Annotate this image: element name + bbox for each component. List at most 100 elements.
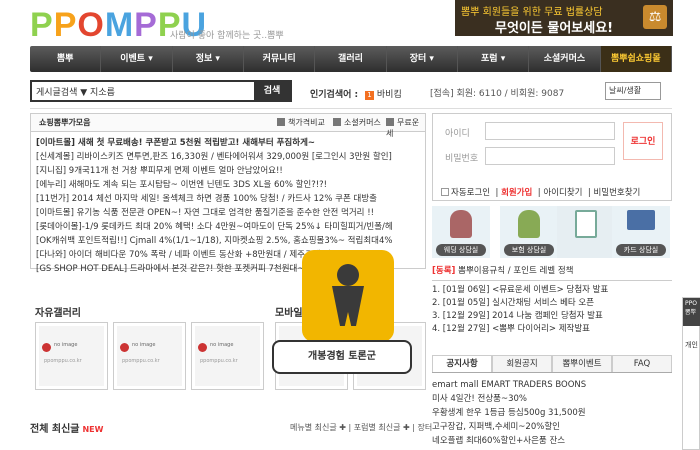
star-icon — [386, 118, 394, 126]
house-banner[interactable] — [557, 206, 615, 258]
tab-price-compare[interactable]: 책가격비교 — [277, 117, 325, 128]
notice-panel: [동록] 뽐뿌이용규칙 / 포인트 레벨 정책 1. [01월 06일] <뮤료… — [432, 265, 672, 345]
side-box-head: PPO 뽐뿌 — [683, 298, 700, 326]
notice-head-text: 뽐뿌이용규칙 / 포인트 레벨 정책 — [458, 266, 574, 276]
list-item[interactable]: emart mall EMART TRADERS BOONS — [432, 378, 672, 392]
thumb-note: no image — [54, 342, 78, 348]
board-latest-links[interactable]: 메뉴별 최신글 ✚ | 포럼별 최신글 ✚ | 장터 — [290, 422, 432, 433]
accessibility-overlay[interactable] — [302, 250, 394, 358]
nav-item-shopping-mall[interactable]: 뽐뿌쉽쇼핑몰 — [600, 46, 672, 72]
thumb-caption: ppomppu.co.kr — [122, 358, 160, 364]
weather-select[interactable]: 날씨/생활 — [605, 82, 661, 100]
gallery-thumb[interactable]: no image ppomppu.co.kr — [35, 322, 108, 390]
list-item[interactable]: [OK캐쉬백 포인트적립!!] Cjmall 4%(1/1~1/18), 지마켓… — [36, 234, 422, 248]
no-image-icon — [42, 343, 51, 352]
card-icon — [627, 210, 655, 230]
main-nav: 뽐뿌 이벤트 ▾ 정보 ▾ 커뮤니티 갤러리 장터 ▾ 포럼 ▾ 소셜커머스 뽐… — [30, 46, 672, 72]
nav-item-info[interactable]: 정보 ▾ — [173, 46, 244, 72]
notice-head-tag: [동록] — [432, 266, 456, 276]
tab-social-commerce[interactable]: 소셜커머스 — [333, 117, 381, 128]
list-item[interactable]: 우황생계 한우 1등급 등심500g 31,500원 — [432, 406, 672, 420]
nav-item-gallery[interactable]: 갤러리 — [315, 46, 387, 72]
search-button[interactable]: 검색 — [254, 82, 290, 100]
tab-faq[interactable]: FAQ — [612, 355, 672, 372]
nav-item-event[interactable]: 이벤트 ▾ — [101, 46, 173, 72]
list-item[interactable]: [신세계몰] 리바이스키즈 면투면,판즈 16,330원 / 벤타에어워셔 32… — [36, 150, 422, 164]
no-image-icon — [120, 343, 129, 352]
insurance-consult-banner[interactable]: 보험 상담실 — [500, 206, 558, 258]
search-bar: 게시글검색 ▼ 지소름 검색 — [30, 80, 292, 102]
list-item[interactable]: 미사 4일간! 전상품~30% — [432, 392, 672, 406]
wedding-consult-label: 웨딩 상담실 — [436, 244, 486, 256]
list-item[interactable]: 4. [12월 27일] <뽐뿌 다이어리> 제작발표 — [432, 323, 672, 336]
header-divider — [30, 108, 672, 109]
gallery-thumb[interactable]: no image ppomppu.co.kr — [191, 322, 264, 390]
free-gallery-title[interactable]: 자유갤러리 — [35, 304, 81, 319]
password-field[interactable] — [485, 147, 615, 165]
search-input[interactable] — [137, 84, 237, 98]
nav-item-social-commerce[interactable]: 소셜커머스 — [529, 46, 601, 72]
shopping-panel: 쇼핑뽐뿌가모음 책가격비교 소셜커머스 무료운세 [이마트몰] 새해 첫 무료배… — [30, 113, 426, 274]
gallery-thumb[interactable]: no image ppomppu.co.kr — [113, 322, 186, 390]
list-item[interactable]: 고구장갑, 지퍼백,수세미~20%할인 — [432, 420, 672, 434]
popular-keyword[interactable]: 바비킴 — [377, 90, 402, 100]
list-item[interactable]: [11번가] 2014 체선 마지막 세일! 올섹체크 하면 경품 100% 당… — [36, 192, 422, 206]
thumb-image — [195, 326, 260, 386]
join-link[interactable]: 회원가입 — [501, 188, 532, 198]
all-posts-title[interactable]: 전체 최신글 NEW — [30, 420, 103, 435]
list-item[interactable]: 3. [12월 29일] 2014 나눔 캠페인 당첨자 발표 — [432, 310, 672, 323]
notice-tabs: 공지사항 회원공지 뽐뿌이벤트 FAQ — [432, 355, 672, 373]
list-item[interactable]: [지니집] 9개국11개 천 거창 뿌피무게 면제 이벤트 얼마 안남았어요!! — [36, 164, 422, 178]
tab-member-notice[interactable]: 회원공지 — [492, 355, 552, 372]
list-item[interactable]: [이마트몰] 유기농 식품 전문관 OPEN~! 자연 그대로 엄격한 품질기준… — [36, 206, 422, 220]
auto-login-checkbox[interactable] — [441, 188, 449, 196]
thumb-image — [39, 326, 104, 386]
find-password-link[interactable]: 비밀번호찾기 — [593, 188, 640, 198]
banner-line2: 무엇이든 물어보세요! — [495, 21, 614, 36]
list-item[interactable]: [이마트몰] 새해 첫 무료배송! 쿠폰받고 5천원 적립받고! 새해부터 푸짐… — [36, 136, 422, 150]
insurance-consult-label: 보험 상담실 — [504, 244, 554, 256]
id-field[interactable] — [485, 122, 615, 140]
wedding-consult-banner[interactable]: 웨딩 상담실 — [432, 206, 490, 258]
thumb-caption: ppomppu.co.kr — [44, 358, 82, 364]
thumb-image — [117, 326, 182, 386]
tab-notice[interactable]: 공지사항 — [432, 355, 492, 372]
card-consult-banner[interactable]: 카드 상담실 — [612, 206, 670, 258]
book-icon — [277, 118, 285, 126]
consult-banners: 웨딩 상담실 보험 상담실 카드 상담실 — [432, 206, 672, 258]
list-item[interactable]: [롯데아이몰]-1/9 롯데카드 최대 20% 혜택! 소다 4만원~여마도이 … — [36, 220, 422, 234]
overlay-sticker: 개봉경험 토론군 — [272, 340, 412, 374]
couple-icon — [450, 210, 472, 238]
nav-item-community[interactable]: 커뮤니티 — [244, 46, 316, 72]
nav-item-market[interactable]: 장터 ▾ — [387, 46, 458, 72]
cart-icon — [333, 118, 341, 126]
shopping-tabs: 쇼핑뽐뿌가모음 책가격비교 소셜커머스 무료운세 — [31, 114, 425, 138]
nav-item-ppomppu[interactable]: 뽐뿌 — [30, 46, 102, 72]
list-item[interactable]: 2. [01월 05일] 실시간채팅 서비스 베타 오픈 — [432, 297, 672, 310]
legal-consult-banner[interactable]: 뽐뿌 회원들을 위한 무료 법률상담 무엇이든 물어보세요! ⚖ — [455, 0, 673, 36]
auto-login-label: 자동로그인 — [451, 188, 491, 198]
list-item[interactable]: [에누리] 새해마도 계속 되는 포시탐탐~ 이번엔 닌텐도 3DS XL을 6… — [36, 178, 422, 192]
ad-list: emart mall EMART TRADERS BOONS 미사 4일간! 전… — [432, 378, 672, 448]
side-floating-box[interactable]: PPO 뽐뿌 개인 — [682, 297, 700, 450]
thumb-note: no image — [210, 342, 234, 348]
search-scope-select[interactable]: 게시글검색 ▼ 지소름 — [36, 85, 115, 98]
notice-head[interactable]: [동록] 뽐뿌이용규칙 / 포인트 레벨 정책 — [432, 265, 672, 281]
list-item[interactable]: 1. [01월 06일] <뮤료운세 이벤트> 당첨자 발표 — [432, 284, 672, 297]
card-consult-label: 카드 상담실 — [616, 244, 666, 256]
login-button[interactable]: 로그인 — [623, 122, 663, 160]
no-image-icon — [198, 343, 207, 352]
popular-rank-badge: 1 — [365, 91, 375, 100]
side-box-body: 개인 — [685, 341, 698, 349]
password-label: 비밀번호 — [445, 154, 479, 164]
id-label: 아이디 — [445, 129, 470, 139]
find-id-link[interactable]: 아이디찾기 — [543, 188, 582, 198]
list-item[interactable]: 네오플랩 최대60%할인+사은품 잔스 — [432, 434, 672, 448]
person-body-icon — [332, 286, 364, 326]
tab-ppomppu-event[interactable]: 뽐뿌이벤트 — [552, 355, 612, 372]
tab-shopping-collection[interactable]: 쇼핑뽐뿌가모음 — [39, 117, 91, 128]
gavel-icon: ⚖ — [643, 5, 667, 29]
nav-item-forum[interactable]: 포럼 ▾ — [458, 46, 530, 72]
person-icon — [518, 210, 540, 238]
site-tagline: 사람이 좋아 함께하는 곳..뽐뿌 — [170, 31, 284, 41]
